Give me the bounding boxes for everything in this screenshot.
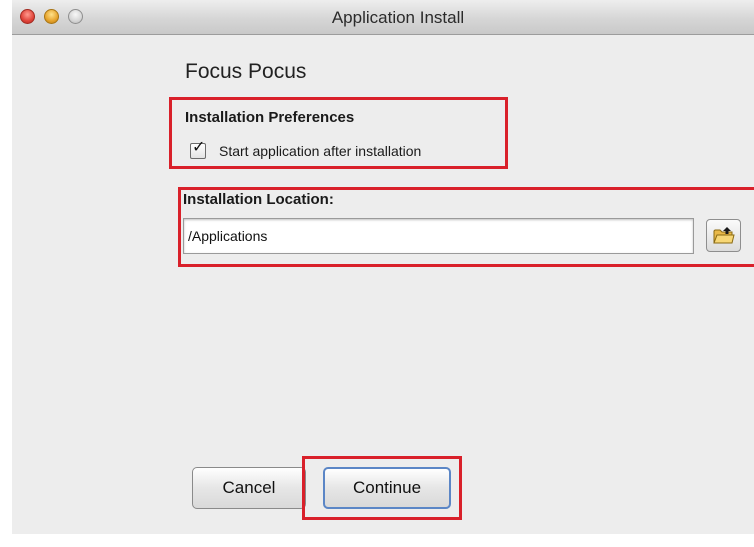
start-after-install-checkbox[interactable]: ✓ <box>190 139 206 159</box>
location-path-field[interactable]: /Applications <box>183 218 694 254</box>
location-heading: Installation Location: <box>183 191 334 208</box>
install-window: Application Install Focus Pocus Installa… <box>12 0 754 534</box>
title-bar: Application Install <box>12 0 754 35</box>
checkmark-icon: ✓ <box>192 139 206 156</box>
continue-button[interactable]: Continue <box>323 467 451 509</box>
app-name: Focus Pocus <box>185 60 307 83</box>
folder-icon <box>713 227 735 244</box>
preferences-heading: Installation Preferences <box>185 109 355 126</box>
window-title: Application Install <box>331 8 465 27</box>
start-after-install-label[interactable]: Start application after installation <box>219 143 421 159</box>
browse-folder-button[interactable] <box>706 219 741 252</box>
cancel-button[interactable]: Cancel <box>192 467 306 509</box>
